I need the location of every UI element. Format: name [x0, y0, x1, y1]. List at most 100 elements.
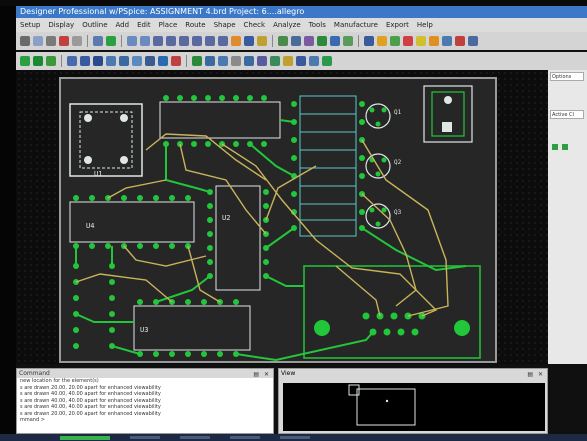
move-icon[interactable] — [33, 36, 43, 46]
stop-icon[interactable] — [455, 36, 465, 46]
cross-section-icon[interactable] — [322, 56, 332, 66]
shape-add-icon[interactable] — [93, 56, 103, 66]
close-icon[interactable]: ✕ — [264, 370, 269, 379]
swap-icon[interactable] — [171, 56, 181, 66]
redraw-icon[interactable] — [231, 36, 241, 46]
constraint-icon[interactable] — [364, 36, 374, 46]
text-icon[interactable] — [231, 56, 241, 66]
menu-tools[interactable]: Tools — [309, 18, 326, 32]
layer-icon[interactable] — [278, 36, 288, 46]
place-manual-icon[interactable] — [244, 56, 254, 66]
menu-place[interactable]: Place — [159, 18, 178, 32]
zoom-out-icon[interactable] — [179, 36, 189, 46]
dimension-icon[interactable] — [218, 56, 228, 66]
vertex-icon[interactable] — [80, 56, 90, 66]
spread-icon[interactable] — [205, 56, 215, 66]
taskbar-app-button[interactable] — [60, 435, 110, 440]
menu-edit[interactable]: Edit — [137, 18, 151, 32]
delete-icon[interactable] — [59, 36, 69, 46]
taskbar-item[interactable] — [280, 436, 310, 439]
find-icon[interactable] — [304, 36, 314, 46]
visibility-icon[interactable] — [317, 36, 327, 46]
shape-edit-icon[interactable] — [106, 56, 116, 66]
pencil-icon[interactable] — [283, 56, 293, 66]
toolbar-divider — [272, 35, 273, 47]
menu-display[interactable]: Display — [48, 18, 74, 32]
menu-outline[interactable]: Outline — [82, 18, 107, 32]
menu-manufacture[interactable]: Manufacture — [334, 18, 378, 32]
flip-icon[interactable] — [296, 56, 306, 66]
zoom-center-icon[interactable] — [205, 36, 215, 46]
close-icon[interactable]: ✕ — [538, 370, 543, 379]
delay-tune-icon[interactable] — [46, 56, 56, 66]
merge-shapes-icon[interactable] — [132, 56, 142, 66]
toolbar-divider — [87, 35, 88, 47]
menu-add[interactable]: Add — [116, 18, 130, 32]
sun-icon[interactable] — [416, 36, 426, 46]
routing-toolbar — [16, 52, 587, 70]
menu-help[interactable]: Help — [417, 18, 433, 32]
autoroute-icon[interactable] — [257, 56, 267, 66]
grid-icon[interactable] — [127, 36, 137, 46]
zoom-previous-icon[interactable] — [218, 36, 228, 46]
void-icon[interactable] — [119, 56, 129, 66]
design-canvas[interactable]: U1 Q1 Q2 Q3 U4 U2 U3 — [16, 70, 548, 364]
menu-shape[interactable]: Shape — [214, 18, 236, 32]
taskbar-item[interactable] — [230, 436, 260, 439]
command-prompt[interactable]: mmand > — [17, 417, 273, 424]
taskbar-item[interactable] — [130, 436, 160, 439]
view-panel-title: View — [281, 370, 296, 377]
custom-smooth-icon[interactable] — [67, 56, 77, 66]
report-icon[interactable] — [442, 36, 452, 46]
zoom-in-icon[interactable] — [166, 36, 176, 46]
connector-pad-square — [442, 122, 452, 132]
layer-color-swatch[interactable] — [562, 144, 568, 150]
ref-u1: U1 — [94, 170, 102, 178]
help-icon[interactable] — [468, 36, 478, 46]
glossing-icon[interactable] — [270, 56, 280, 66]
property-icon[interactable] — [330, 36, 340, 46]
world-view-minimap[interactable] — [283, 383, 545, 431]
menu-route[interactable]: Route — [185, 18, 205, 32]
undo-icon[interactable] — [72, 36, 82, 46]
3d-view-icon[interactable] — [244, 36, 254, 46]
pick-icon[interactable] — [93, 36, 103, 46]
minimap-marker — [385, 399, 389, 403]
slide-icon[interactable] — [33, 56, 43, 66]
socket-pin — [84, 114, 92, 122]
color-icon[interactable] — [257, 36, 267, 46]
pen-icon[interactable] — [106, 36, 116, 46]
copy-icon[interactable] — [46, 36, 56, 46]
mirror-icon[interactable] — [309, 56, 319, 66]
display-icon[interactable] — [140, 36, 150, 46]
menu-export[interactable]: Export — [386, 18, 409, 32]
tab-active-class[interactable]: Active Cl — [550, 110, 584, 119]
command-panel: Command ▤ ✕ new location for the element… — [16, 368, 274, 434]
zoom-fit-icon[interactable] — [153, 36, 163, 46]
menu-bar: Setup Display Outline Add Edit Place Rou… — [16, 18, 587, 32]
menu-setup[interactable]: Setup — [20, 18, 40, 32]
menu-check[interactable]: Check — [244, 18, 266, 32]
options-panel: Options Active Cl — [548, 70, 587, 364]
add-connect-icon[interactable] — [20, 56, 30, 66]
zoom-world-icon[interactable] — [192, 36, 202, 46]
measure-icon[interactable] — [403, 36, 413, 46]
via-icon[interactable] — [158, 56, 168, 66]
connector-pad — [444, 96, 452, 104]
window-title: Designer Professional w/PSpice: ASSIGNME… — [16, 6, 587, 18]
shadow-icon[interactable] — [291, 36, 301, 46]
tab-options[interactable]: Options — [550, 72, 584, 81]
toolbar-divider — [358, 35, 359, 47]
fillet-icon[interactable] — [145, 56, 155, 66]
open-icon[interactable] — [20, 36, 30, 46]
layer-color-swatch[interactable] — [552, 144, 558, 150]
dehighlight-icon[interactable] — [390, 36, 400, 46]
fanout-icon[interactable] — [192, 56, 202, 66]
taskbar-item[interactable] — [180, 436, 210, 439]
drc-icon[interactable] — [343, 36, 353, 46]
dock-icon[interactable]: ▤ — [527, 370, 533, 379]
menu-analyze[interactable]: Analyze — [273, 18, 301, 32]
marker-icon[interactable] — [429, 36, 439, 46]
highlight-icon[interactable] — [377, 36, 387, 46]
dock-icon[interactable]: ▤ — [253, 370, 259, 379]
